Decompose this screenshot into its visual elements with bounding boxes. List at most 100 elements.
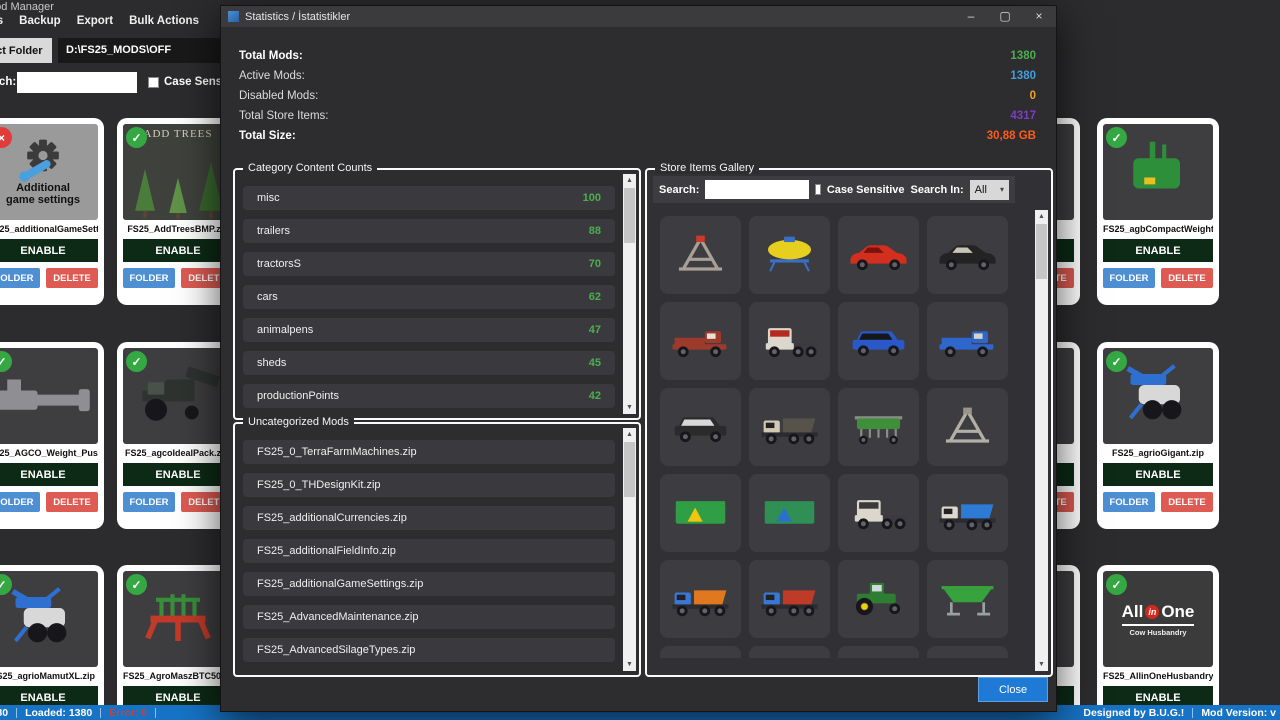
store-item-tile[interactable] <box>749 388 830 466</box>
folder-button[interactable]: FOLDER <box>123 492 175 512</box>
case-sensitive-checkbox[interactable] <box>148 77 159 88</box>
pickup-icon <box>933 308 1002 374</box>
store-item-tile[interactable] <box>749 302 830 380</box>
close-icon[interactable]: × <box>1022 6 1056 27</box>
search-in-value: All <box>975 184 987 196</box>
scrollbar-thumb[interactable] <box>624 188 635 243</box>
scrollbar-thumb[interactable] <box>624 442 635 497</box>
store-item-tile[interactable] <box>927 388 1008 466</box>
store-item-tile[interactable] <box>927 302 1008 380</box>
scroll-down-icon[interactable]: ▼ <box>1035 659 1048 670</box>
folder-button[interactable]: FOLDER <box>123 268 175 288</box>
container-icon <box>666 480 735 546</box>
store-item-tile[interactable] <box>660 474 741 552</box>
uncategorized-mod-row[interactable]: FS25_AdvancedSilageTypes.zip <box>243 638 615 662</box>
store-item-tile[interactable] <box>927 646 1008 658</box>
category-row[interactable]: trailers88 <box>243 219 615 243</box>
delete-button[interactable]: DELETE <box>1161 492 1213 512</box>
enable-button[interactable]: ENABLE <box>1103 463 1213 486</box>
mod-filename: FS25_additionalFieldInfo.zip <box>257 545 396 557</box>
dialog-titlebar[interactable]: Statistics / İstatistikler – ▢ × <box>221 6 1056 27</box>
category-row[interactable]: tractorsS70 <box>243 252 615 276</box>
scroll-down-icon[interactable]: ▼ <box>623 402 636 413</box>
menu-item-backup[interactable]: Backup <box>19 15 61 27</box>
store-item-tile[interactable] <box>927 560 1008 638</box>
stat-label: Total Mods: <box>239 50 303 62</box>
store-item-tile[interactable] <box>660 646 741 658</box>
store-item-tile[interactable] <box>749 646 830 658</box>
mod-filename: FS25_additionalGameSetti... <box>0 224 98 236</box>
menu-item-export[interactable]: Export <box>77 15 113 27</box>
store-item-tile[interactable] <box>927 216 1008 294</box>
gallery-scrollbar[interactable]: ▲ ▼ <box>1035 210 1048 671</box>
store-item-tile[interactable] <box>660 216 741 294</box>
store-item-tile[interactable] <box>838 474 919 552</box>
delete-button[interactable]: DELETE <box>46 492 98 512</box>
search-in-dropdown[interactable]: All ▾ <box>970 180 1009 200</box>
maximize-icon[interactable]: ▢ <box>988 6 1022 27</box>
category-row[interactable]: animalpens47 <box>243 318 615 342</box>
gallery-case-sensitive-checkbox[interactable] <box>815 184 820 195</box>
delete-button[interactable]: DELETE <box>1161 268 1213 288</box>
category-scrollbar[interactable]: ▲ ▼ <box>623 174 636 414</box>
uncategorized-mod-row[interactable]: FS25_additionalCurrencies.zip <box>243 506 615 530</box>
minimize-icon[interactable]: – <box>954 6 988 27</box>
folder-button[interactable]: FOLDER <box>0 268 40 288</box>
uncategorized-mod-row[interactable]: FS25_additionalGameSettings.zip <box>243 572 615 596</box>
mod-thumbnail: ✓ <box>0 348 98 444</box>
frame-icon <box>933 394 1002 460</box>
stats-summary: Total Mods:1380Active Mods:1380Disabled … <box>239 46 1036 146</box>
store-item-tile[interactable] <box>927 474 1008 552</box>
folder-button[interactable]: FOLDER <box>0 492 40 512</box>
gallery-search-input[interactable] <box>705 180 809 199</box>
gear-wrench-icon <box>14 137 72 182</box>
store-item-tile[interactable] <box>660 388 741 466</box>
close-button[interactable]: Close <box>978 677 1048 702</box>
select-folder-button[interactable]: Select Folder <box>0 38 52 63</box>
store-item-tile[interactable] <box>749 474 830 552</box>
uncategorized-scrollbar[interactable]: ▲ ▼ <box>623 428 636 671</box>
scroll-down-icon[interactable]: ▼ <box>623 659 636 670</box>
enable-button[interactable]: ENABLE <box>0 463 98 486</box>
store-item-tile[interactable] <box>838 216 919 294</box>
category-row[interactable]: misc100 <box>243 186 615 210</box>
stat-value: 1380 <box>1010 70 1036 82</box>
store-item-tile[interactable] <box>660 302 741 380</box>
store-item-tile[interactable] <box>838 560 919 638</box>
uncategorized-mod-row[interactable]: FS25_0_THDesignKit.zip <box>243 473 615 497</box>
store-item-tile[interactable] <box>838 302 919 380</box>
store-item-tile[interactable] <box>838 388 919 466</box>
enable-button[interactable]: ENABLE <box>123 463 233 486</box>
scroll-up-icon[interactable]: ▲ <box>623 429 636 440</box>
menu-item-statistics[interactable]: Statistics <box>0 15 3 27</box>
search-input[interactable] <box>17 72 137 93</box>
category-name: animalpens <box>257 324 313 336</box>
scroll-up-icon[interactable]: ▲ <box>623 175 636 186</box>
category-row[interactable]: sheds45 <box>243 351 615 375</box>
status-text: Mod Version: v <box>1201 707 1276 719</box>
category-row[interactable]: cars62 <box>243 285 615 309</box>
logo-text: One <box>1161 602 1194 622</box>
enable-button[interactable]: ENABLE <box>1103 239 1213 262</box>
uncategorized-mod-row[interactable]: FS25_AdvancedMaintenance.zip <box>243 605 615 629</box>
folder-path-field[interactable]: D:\FS25_MODS\OFF <box>58 38 226 63</box>
store-item-tile[interactable] <box>749 560 830 638</box>
scroll-up-icon[interactable]: ▲ <box>1035 211 1048 222</box>
uncategorized-mod-row[interactable]: FS25_0_TerraFarmMachines.zip <box>243 440 615 464</box>
uncategorized-mod-row[interactable]: FS25_additionalFieldInfo.zip <box>243 539 615 563</box>
implement-thumbnail <box>0 348 98 444</box>
folder-button[interactable]: FOLDER <box>1103 268 1155 288</box>
status-divider <box>16 708 17 718</box>
store-item-tile[interactable] <box>838 646 919 658</box>
store-item-tile[interactable] <box>749 216 830 294</box>
tractor-icon <box>844 566 913 632</box>
store-item-tile[interactable] <box>660 560 741 638</box>
scrollbar-thumb[interactable] <box>1036 224 1047 279</box>
delete-button[interactable]: DELETE <box>46 268 98 288</box>
enable-button[interactable]: ENABLE <box>0 239 98 262</box>
menu-item-bulk-actions[interactable]: Bulk Actions <box>129 15 199 27</box>
folder-button[interactable]: FOLDER <box>1103 492 1155 512</box>
category-row[interactable]: productionPoints42 <box>243 384 615 408</box>
enable-button[interactable]: ENABLE <box>123 239 233 262</box>
mod-thumbnail: Additionalgame settings× <box>0 124 98 220</box>
